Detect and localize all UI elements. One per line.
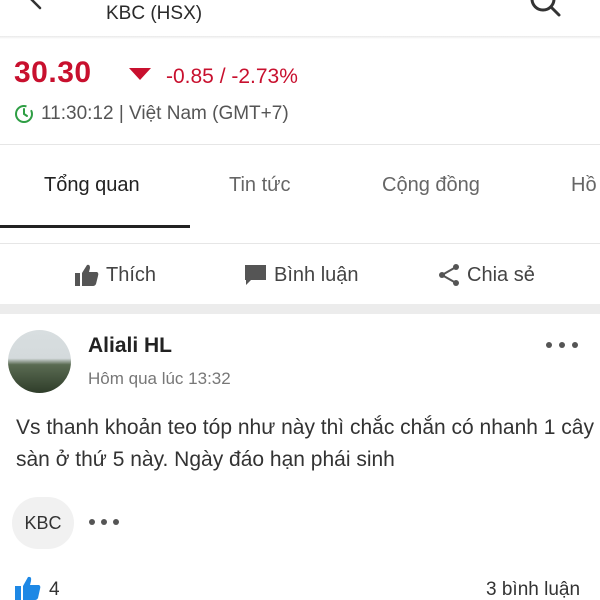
- quote-timestamp: 11:30:12 | Việt Nam (GMT+7): [41, 103, 289, 124]
- like-label: Thích: [106, 263, 157, 286]
- tab-community[interactable]: Cộng đồng: [382, 174, 480, 197]
- back-arrow-icon[interactable]: [24, 0, 48, 12]
- share-label: Chia sẻ: [467, 263, 535, 286]
- post-body: Vs thanh khoản teo tóp như này thì chắc …: [16, 416, 594, 471]
- share-icon: [439, 264, 459, 286]
- comment-label: Bình luận: [274, 263, 359, 286]
- down-arrow-icon: [129, 68, 151, 80]
- thumbs-up-icon[interactable]: [14, 575, 42, 600]
- tab-overview[interactable]: Tổng quan: [44, 174, 140, 197]
- clock-icon: [15, 105, 33, 123]
- comment-button[interactable]: Bình luận: [243, 262, 359, 288]
- comment-icon: [245, 265, 266, 285]
- tab-profile[interactable]: Hồ: [571, 174, 597, 197]
- share-button[interactable]: Chia sẻ: [437, 262, 535, 288]
- active-tab-indicator: [0, 225, 190, 228]
- post-author[interactable]: Aliali HL: [88, 334, 172, 358]
- post-time: Hôm qua lúc 13:32: [88, 369, 231, 388]
- ticker-title: KBC (HSX): [106, 3, 203, 24]
- like-button[interactable]: Thích: [74, 262, 156, 288]
- price-change: -0.85 / -2.73%: [166, 65, 298, 88]
- stock-tag-chip[interactable]: KBC: [12, 497, 74, 549]
- section-separator: [0, 304, 600, 314]
- top-bar: KBC (HSX): [0, 0, 600, 36]
- stock-price: 30.30: [14, 56, 92, 89]
- comment-count[interactable]: 3 bình luận: [486, 579, 580, 600]
- search-icon[interactable]: [528, 0, 562, 18]
- divider: [0, 144, 600, 145]
- avatar[interactable]: [8, 330, 71, 393]
- like-count: 4: [49, 579, 60, 600]
- more-icon[interactable]: [88, 518, 120, 526]
- top-bar-shadow: [0, 36, 600, 39]
- divider: [0, 243, 600, 244]
- tab-news[interactable]: Tin tức: [229, 174, 291, 197]
- thumbs-up-icon: [75, 264, 99, 286]
- more-icon[interactable]: [545, 341, 579, 349]
